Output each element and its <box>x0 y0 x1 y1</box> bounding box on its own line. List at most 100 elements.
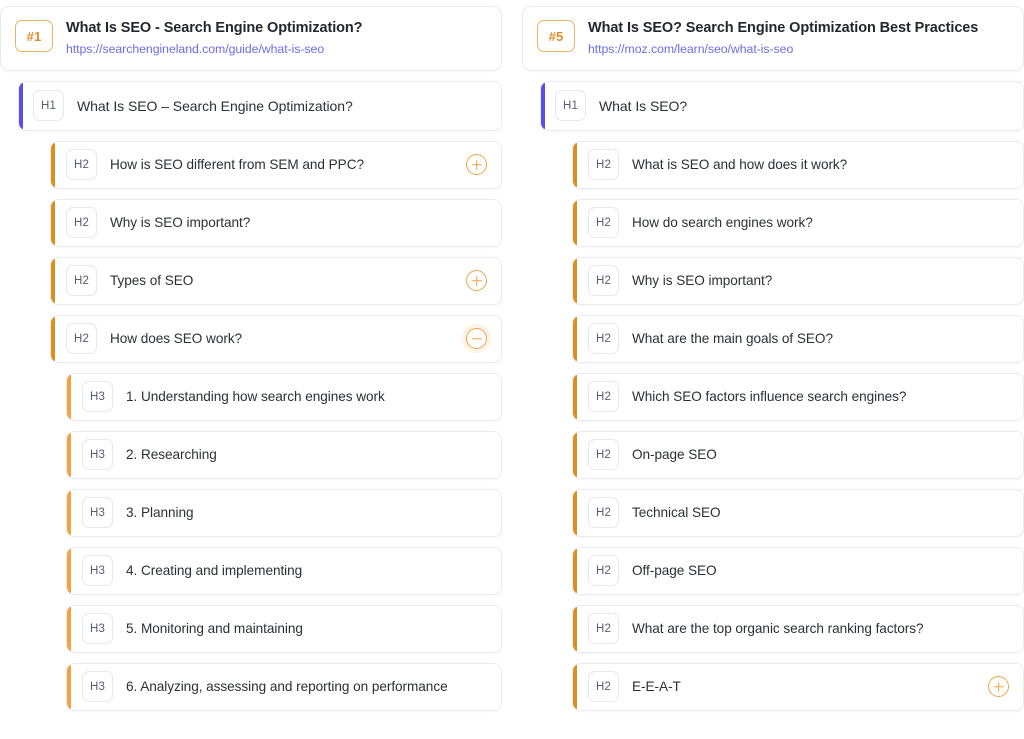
result-url-link[interactable]: https://searchengineland.com/guide/what-… <box>66 42 362 57</box>
heading-row-wrapper: H1 What Is SEO – Search Engine Optimizati… <box>18 81 502 141</box>
heading-row-h2[interactable]: H2 E-E-A-T <box>572 663 1024 711</box>
heading-text: What are the top organic search ranking … <box>632 620 988 638</box>
heading-row-wrapper: H2On-page SEO <box>572 431 1024 489</box>
heading-level-tag: H3 <box>82 497 113 528</box>
heading-row-wrapper: H2Why is SEO important? <box>572 257 1024 315</box>
heading-level-tag: H3 <box>82 381 113 412</box>
heading-text: What is SEO and how does it work? <box>632 156 988 174</box>
heading-text: What Is SEO? <box>599 97 988 115</box>
heading-text: E-E-A-T <box>632 678 988 696</box>
toggle-spacer <box>466 618 487 639</box>
heading-row-wrapper: H2What are the main goals of SEO? <box>572 315 1024 373</box>
heading-level-tag: H3 <box>82 613 113 644</box>
heading-level-tag: H2 <box>588 381 619 412</box>
collapse-minus-icon-button[interactable] <box>466 328 487 349</box>
heading-level-tag: H2 <box>588 613 619 644</box>
heading-row-h2[interactable]: H2How is SEO different from SEM and PPC? <box>50 141 502 189</box>
heading-row-wrapper: H3 5. Monitoring and maintaining <box>66 605 502 663</box>
heading-level-tag: H2 <box>66 265 97 296</box>
heading-row-wrapper: H2 How do search engines work? <box>572 199 1024 257</box>
toggle-spacer <box>466 212 487 233</box>
heading-text: On-page SEO <box>632 446 988 464</box>
heading-row-h3[interactable]: H3 5. Monitoring and maintaining <box>66 605 502 653</box>
heading-level-tag: H3 <box>82 439 113 470</box>
heading-text: 5. Monitoring and maintaining <box>126 620 466 638</box>
heading-row-h3[interactable]: H3 2. Researching <box>66 431 502 479</box>
heading-row-h1[interactable]: H1 What Is SEO – Search Engine Optimizati… <box>18 81 502 131</box>
heading-row-h2[interactable]: H2Technical SEO <box>572 489 1024 537</box>
heading-level-tag: H2 <box>588 323 619 354</box>
toggle-spacer <box>988 560 1009 581</box>
heading-row-h3[interactable]: H34. Creating and implementing <box>66 547 502 595</box>
heading-level-tag: H1 <box>33 90 64 121</box>
heading-level-tag: H2 <box>588 207 619 238</box>
toggle-spacer <box>466 676 487 697</box>
heading-row-h1[interactable]: H1 What Is SEO? <box>540 81 1024 131</box>
toggle-spacer <box>988 618 1009 639</box>
heading-row-wrapper: H2Why is SEO important? <box>50 199 502 257</box>
toggle-spacer <box>466 502 487 523</box>
expand-plus-icon-button[interactable] <box>466 270 487 291</box>
heading-row-h2[interactable]: H2 What are the top organic search rankin… <box>572 605 1024 653</box>
rank-badge: #1 <box>15 20 53 52</box>
result-title: What Is SEO? Search Engine Optimization … <box>588 19 978 37</box>
heading-row-h2[interactable]: H2 Types of SEO <box>50 257 502 305</box>
heading-level-tag: H2 <box>588 671 619 702</box>
expand-plus-icon-button[interactable] <box>988 676 1009 697</box>
heading-row-h2[interactable]: H2Off-page SEO <box>572 547 1024 595</box>
search-result-header: #5What Is SEO? Search Engine Optimizatio… <box>522 6 1024 71</box>
heading-row-wrapper: H2How does SEO work? <box>50 315 502 373</box>
search-result-header: #1 What Is SEO - Search Engine Optimizati… <box>0 6 502 71</box>
heading-row-h3[interactable]: H36. Analyzing, assessing and reporting … <box>66 663 502 711</box>
heading-level-tag: H2 <box>66 207 97 238</box>
heading-row-wrapper: H2 What is SEO and how does it work? <box>572 141 1024 199</box>
heading-outline-list: H1 What Is SEO? H2 What is SEO and how does… <box>522 81 1024 721</box>
toggle-spacer <box>988 502 1009 523</box>
toggle-spacer <box>988 328 1009 349</box>
heading-row-wrapper: H33. Planning <box>66 489 502 547</box>
heading-row-wrapper: H2 What are the top organic search rankin… <box>572 605 1024 663</box>
toggle-spacer <box>988 444 1009 465</box>
expand-plus-icon-button[interactable] <box>466 154 487 175</box>
heading-row-h2[interactable]: H2How does SEO work? <box>50 315 502 363</box>
toggle-spacer <box>466 386 487 407</box>
heading-text: 2. Researching <box>126 446 466 464</box>
heading-row-h2[interactable]: H2Why is SEO important? <box>50 199 502 247</box>
heading-outline-list: H1 What Is SEO – Search Engine Optimizati… <box>0 81 502 721</box>
result-meta: What Is SEO? Search Engine Optimization … <box>588 19 978 57</box>
heading-text: Why is SEO important? <box>632 272 988 290</box>
toggle-spacer <box>466 95 487 116</box>
heading-level-tag: H2 <box>66 149 97 180</box>
heading-row-wrapper: H2Off-page SEO <box>572 547 1024 605</box>
heading-row-h2[interactable]: H2What are the main goals of SEO? <box>572 315 1024 363</box>
heading-row-h3[interactable]: H33. Planning <box>66 489 502 537</box>
heading-row-h3[interactable]: H3 1. Understanding how search engines wo… <box>66 373 502 421</box>
heading-row-wrapper: H2 E-E-A-T <box>572 663 1024 721</box>
heading-text: 1. Understanding how search engines work <box>126 388 466 406</box>
heading-text: Which SEO factors influence search engin… <box>632 388 988 406</box>
heading-row-wrapper: H36. Analyzing, assessing and reporting … <box>66 663 502 721</box>
heading-text: How do search engines work? <box>632 214 988 232</box>
result-meta: What Is SEO - Search Engine Optimization… <box>66 19 362 57</box>
heading-row-h2[interactable]: H2On-page SEO <box>572 431 1024 479</box>
result-column: #1 What Is SEO - Search Engine Optimizati… <box>0 6 502 721</box>
heading-level-tag: H1 <box>555 90 586 121</box>
heading-row-h2[interactable]: H2 Which SEO factors influence search eng… <box>572 373 1024 421</box>
heading-row-h2[interactable]: H2Why is SEO important? <box>572 257 1024 305</box>
serp-outline-board: #1 What Is SEO - Search Engine Optimizati… <box>0 0 1024 739</box>
heading-level-tag: H2 <box>588 149 619 180</box>
heading-text: What Is SEO – Search Engine Optimization… <box>77 97 466 115</box>
heading-row-wrapper: H34. Creating and implementing <box>66 547 502 605</box>
heading-text: 6. Analyzing, assessing and reporting on… <box>126 678 466 696</box>
heading-row-h2[interactable]: H2 What is SEO and how does it work? <box>572 141 1024 189</box>
heading-row-wrapper: H2 Which SEO factors influence search eng… <box>572 373 1024 431</box>
heading-row-wrapper: H2How is SEO different from SEM and PPC? <box>50 141 502 199</box>
result-url-link[interactable]: https://moz.com/learn/seo/what-is-seo <box>588 42 978 57</box>
heading-row-wrapper: H1 What Is SEO? <box>540 81 1024 141</box>
heading-row-wrapper: H2 Types of SEO <box>50 257 502 315</box>
heading-level-tag: H2 <box>588 497 619 528</box>
heading-row-h2[interactable]: H2 How do search engines work? <box>572 199 1024 247</box>
heading-text: Off-page SEO <box>632 562 988 580</box>
heading-row-wrapper: H3 1. Understanding how search engines wo… <box>66 373 502 431</box>
heading-text: Types of SEO <box>110 272 466 290</box>
